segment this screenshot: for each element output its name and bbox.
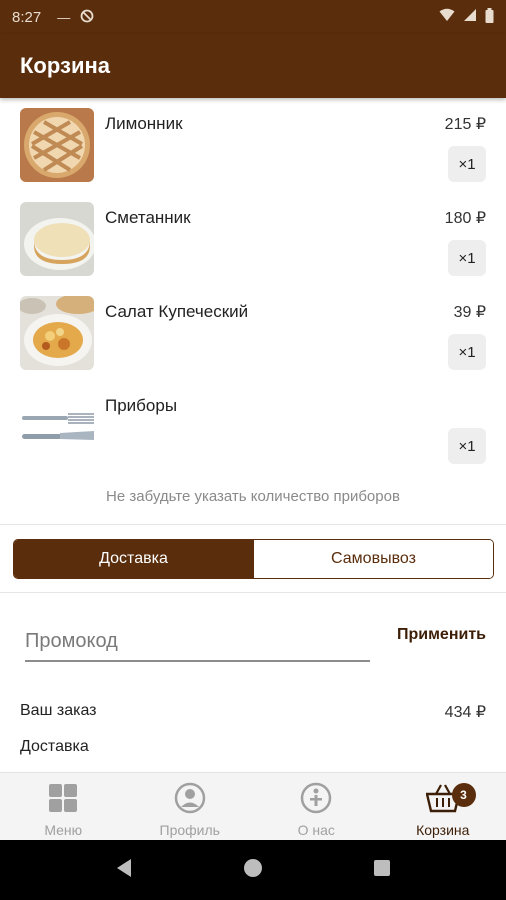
page-title: Корзина xyxy=(20,53,110,78)
nav-label: О нас xyxy=(297,822,335,838)
recents-icon[interactable] xyxy=(373,859,391,882)
nav-item-about[interactable]: О нас xyxy=(253,773,380,840)
nav-label: Профиль xyxy=(159,822,220,838)
status-bar: 8:27 — xyxy=(0,0,506,34)
item-name: Приборы xyxy=(105,396,178,415)
signal-icon xyxy=(463,8,477,26)
promo-code-input[interactable] xyxy=(25,622,370,662)
delivery-label: Доставка xyxy=(20,738,89,755)
dnd-icon xyxy=(80,9,94,26)
lemon-pie-image xyxy=(20,108,94,182)
cutlery-image xyxy=(20,390,94,464)
back-icon[interactable] xyxy=(115,858,133,883)
quantity-button[interactable]: ×1 xyxy=(448,428,486,464)
item-price: 39 ₽ xyxy=(453,304,486,321)
quantity-button[interactable]: ×1 xyxy=(448,240,486,276)
cart-content[interactable]: Лимонник 215 ₽ ×1 Сметанник 180 ₽ ×1 Сал… xyxy=(0,98,506,772)
cart-item: Приборы ×1 xyxy=(0,380,506,474)
nav-label: Корзина xyxy=(416,822,470,838)
nav-item-menu[interactable]: Меню xyxy=(0,773,127,840)
system-navigation-bar xyxy=(0,840,506,900)
grid-icon xyxy=(46,781,80,815)
bottom-navigation: Меню Профиль О нас Корзина 3 xyxy=(0,772,506,840)
nav-label: Меню xyxy=(44,822,83,838)
cart-item: Лимонник 215 ₽ ×1 xyxy=(0,98,506,192)
wifi-icon xyxy=(439,8,455,26)
salad-image xyxy=(20,296,94,370)
pickup-option[interactable]: Самовывоз xyxy=(253,540,493,578)
quantity-button[interactable]: ×1 xyxy=(448,146,486,182)
divider xyxy=(0,524,506,525)
cart-item: Сметанник 180 ₽ ×1 xyxy=(0,192,506,286)
apply-promo-button[interactable]: Применить xyxy=(397,626,486,644)
item-name: Сметанник xyxy=(105,208,191,227)
quantity-button[interactable]: ×1 xyxy=(448,334,486,370)
item-price: 215 ₽ xyxy=(444,116,486,133)
nav-item-profile[interactable]: Профиль xyxy=(127,773,254,840)
info-icon xyxy=(299,781,333,815)
order-total-value: 434 ₽ xyxy=(444,704,486,721)
status-time: 8:27 xyxy=(12,8,42,26)
item-price: 180 ₽ xyxy=(444,210,486,227)
order-total-label: Ваш заказ xyxy=(20,702,97,719)
cutlery-reminder: Не забудьте указать количество приборов xyxy=(106,488,400,505)
profile-icon xyxy=(173,781,207,815)
home-icon[interactable] xyxy=(243,858,263,883)
delivery-method-toggle: Доставка Самовывоз xyxy=(13,539,494,579)
divider xyxy=(0,592,506,593)
notification-icon: — xyxy=(57,9,71,25)
battery-icon xyxy=(485,7,494,27)
nav-item-cart[interactable]: Корзина 3 xyxy=(380,773,506,840)
app-bar: Корзина xyxy=(0,34,506,98)
item-name: Салат Купеческий xyxy=(105,302,249,321)
item-name: Лимонник xyxy=(105,114,183,133)
cart-count-badge: 3 xyxy=(451,783,476,807)
delivery-option[interactable]: Доставка xyxy=(14,540,253,578)
cart-item: Салат Купеческий 39 ₽ ×1 xyxy=(0,286,506,380)
sour-cream-cake-image xyxy=(20,202,94,276)
